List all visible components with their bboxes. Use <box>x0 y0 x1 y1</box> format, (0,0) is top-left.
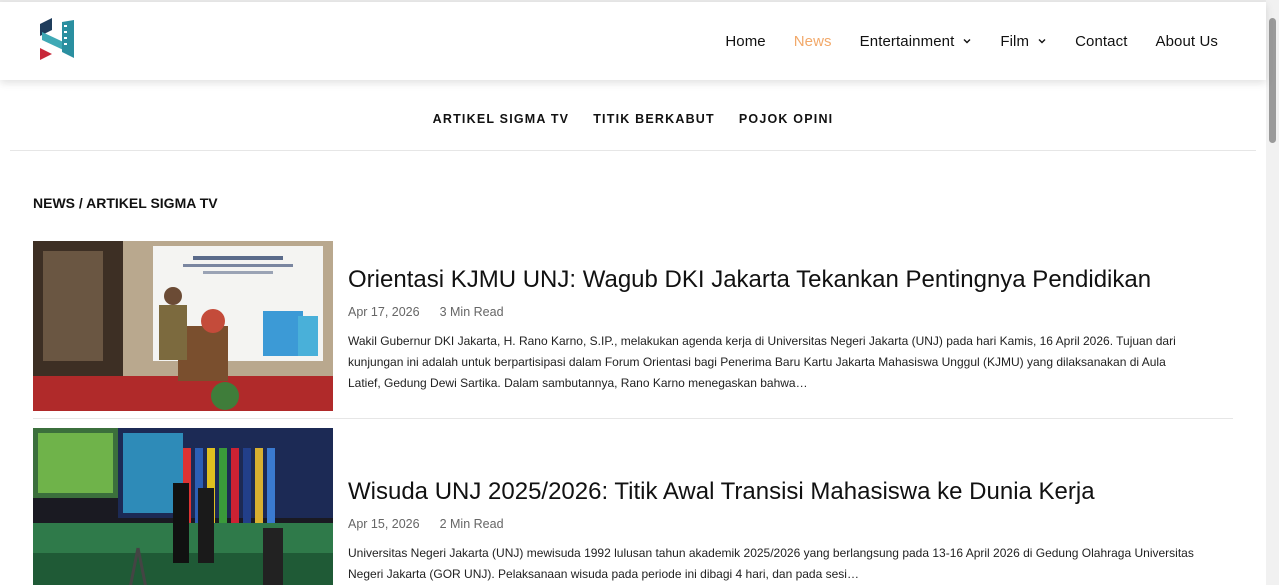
logo-icon <box>40 18 74 60</box>
article-thumbnail-image <box>33 428 333 585</box>
article-item: Orientasi KJMU UNJ: Wagub DKI Jakarta Te… <box>33 241 1233 419</box>
subnav-titik-berkabut[interactable]: TITIK BERKABUT <box>593 104 715 126</box>
nav-home[interactable]: Home <box>725 33 765 50</box>
article-read-time: 2 Min Read <box>439 517 504 531</box>
nav-contact-label: Contact <box>1075 32 1128 50</box>
article-title[interactable]: Orientasi KJMU UNJ: Wagub DKI Jakarta Te… <box>348 265 1208 295</box>
subnav-pojok-opini[interactable]: POJOK OPINI <box>739 104 833 126</box>
subnav-artikel-sigma-tv[interactable]: ARTIKEL SIGMA TV <box>433 104 570 126</box>
article-item: Wisuda UNJ 2025/2026: Titik Awal Transis… <box>33 428 1233 585</box>
nav-news-label: News <box>793 32 832 50</box>
page-scrollbar[interactable] <box>1266 0 1279 585</box>
article-thumbnail[interactable] <box>33 241 333 411</box>
breadcrumb: NEWS / ARTIKEL SIGMA TV <box>33 195 218 211</box>
nav-about-us-label: About Us <box>1155 32 1218 50</box>
article-excerpt: Universitas Negeri Jakarta (UNJ) mewisud… <box>348 546 1194 581</box>
article-thumbnail-image <box>33 241 333 411</box>
nav-entertainment[interactable]: Entertainment <box>860 33 973 50</box>
article-body: Orientasi KJMU UNJ: Wagub DKI Jakarta Te… <box>348 241 1208 394</box>
article-meta: Apr 17, 2026 3 Min Read <box>348 305 1208 319</box>
nav-home-label: Home <box>725 32 766 50</box>
nav-contact[interactable]: Contact <box>1075 33 1127 50</box>
nav-film-label: Film <box>1000 32 1030 50</box>
category-subnav: ARTIKEL SIGMA TV TITIK BERKABUT POJOK OP… <box>10 80 1256 151</box>
nav-about-us[interactable]: About Us <box>1156 33 1219 50</box>
nav-film[interactable]: Film <box>1000 33 1047 50</box>
scrollbar-thumb[interactable] <box>1269 18 1276 143</box>
site-header: Home News Entertainment Film Contact Abo… <box>0 2 1266 80</box>
article-date: Apr 17, 2026 <box>348 305 420 319</box>
nav-entertainment-label: Entertainment <box>859 32 955 50</box>
article-meta: Apr 15, 2026 2 Min Read <box>348 517 1208 531</box>
nav-news[interactable]: News <box>794 33 832 50</box>
article-excerpt: Wakil Gubernur DKI Jakarta, H. Rano Karn… <box>348 334 1176 390</box>
article-read-time: 3 Min Read <box>439 305 504 319</box>
article-title[interactable]: Wisuda UNJ 2025/2026: Titik Awal Transis… <box>348 477 1208 507</box>
main-nav: Home News Entertainment Film Contact Abo… <box>697 2 1218 80</box>
article-date: Apr 15, 2026 <box>348 517 420 531</box>
article-body: Wisuda UNJ 2025/2026: Titik Awal Transis… <box>348 428 1208 585</box>
chevron-down-icon <box>963 39 971 44</box>
article-thumbnail[interactable] <box>33 428 333 585</box>
chevron-down-icon <box>1038 39 1046 44</box>
site-logo[interactable] <box>38 18 78 64</box>
